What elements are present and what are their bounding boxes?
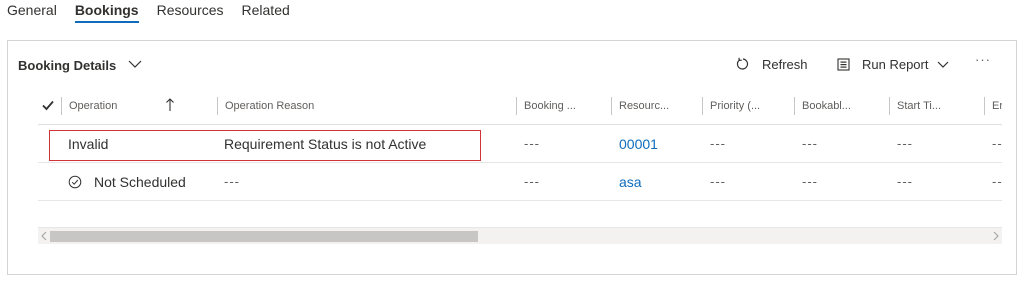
more-commands-button[interactable]: ··· bbox=[975, 52, 991, 67]
resource-link[interactable]: asa bbox=[619, 163, 642, 200]
booking-details-panel: Booking Details Refresh Run Report ··· O… bbox=[7, 40, 1017, 275]
run-report-button[interactable]: Run Report bbox=[837, 53, 950, 75]
operation-cell: Not Scheduled bbox=[94, 173, 186, 190]
horizontal-scrollbar[interactable] bbox=[38, 227, 1002, 244]
column-header-start-time[interactable]: Start Ti... bbox=[889, 97, 941, 115]
tab-resources[interactable]: Resources bbox=[157, 0, 224, 26]
bookable-cell: --- bbox=[802, 174, 818, 189]
end-cell: -- bbox=[992, 136, 1002, 151]
section-title: Booking Details bbox=[18, 58, 117, 73]
column-header-label: Er bbox=[992, 100, 1002, 112]
table-row[interactable]: Invalid Requirement Status is not Active… bbox=[38, 125, 1002, 163]
scroll-right-icon[interactable] bbox=[990, 229, 1002, 243]
booking-cell: --- bbox=[524, 174, 540, 189]
tab-bookings[interactable]: Bookings bbox=[74, 0, 139, 26]
refresh-icon bbox=[736, 57, 749, 70]
resource-link[interactable]: 00001 bbox=[619, 125, 658, 162]
run-report-label: Run Report bbox=[862, 56, 929, 72]
report-icon bbox=[837, 57, 850, 71]
refresh-label: Refresh bbox=[762, 56, 808, 72]
column-header-label: Resourc... bbox=[619, 100, 670, 112]
operation-reason-cell: Requirement Status is not Active bbox=[224, 135, 427, 152]
select-all-checkmark-icon[interactable] bbox=[41, 98, 55, 117]
priority-cell: --- bbox=[710, 174, 726, 189]
bookable-cell: --- bbox=[802, 136, 818, 151]
circle-check-icon bbox=[68, 175, 82, 194]
column-header-label: Operation Reason bbox=[225, 100, 315, 112]
refresh-button[interactable]: Refresh bbox=[736, 53, 808, 75]
column-header-resource[interactable]: Resourc... bbox=[611, 97, 669, 115]
scroll-left-icon[interactable] bbox=[38, 229, 50, 243]
column-header-priority[interactable]: Priority (... bbox=[702, 97, 760, 115]
column-header-booking[interactable]: Booking ... bbox=[516, 97, 576, 115]
column-header-label: Start Ti... bbox=[897, 100, 942, 112]
bookings-grid: Operation Operation Reason Booking ... R… bbox=[38, 87, 1002, 239]
tab-related[interactable]: Related bbox=[242, 0, 290, 26]
start-time-cell: --- bbox=[897, 174, 913, 189]
tab-bar: General Bookings Resources Related bbox=[0, 0, 308, 26]
booking-cell: --- bbox=[524, 136, 540, 151]
chevron-down-icon bbox=[938, 61, 949, 68]
operation-reason-cell: --- bbox=[224, 174, 240, 189]
column-header-label: Booking ... bbox=[524, 100, 576, 112]
column-header-bookable[interactable]: Bookabl... bbox=[794, 97, 851, 115]
column-header-end[interactable]: Er bbox=[984, 97, 1002, 115]
priority-cell: --- bbox=[710, 136, 726, 151]
table-row[interactable]: Not Scheduled --- --- asa --- --- --- -- bbox=[38, 163, 1002, 201]
column-header-operation[interactable]: Operation bbox=[61, 97, 213, 115]
column-header-label: Priority (... bbox=[710, 100, 761, 112]
end-cell: -- bbox=[992, 174, 1002, 189]
subgrid-toolbar: Booking Details Refresh Run Report ··· bbox=[8, 41, 1016, 87]
start-time-cell: --- bbox=[897, 136, 913, 151]
view-selector-chevron-icon[interactable] bbox=[126, 55, 144, 73]
column-header-label: Operation bbox=[69, 100, 118, 112]
column-header-label: Bookabl... bbox=[802, 100, 851, 112]
column-header-operation-reason[interactable]: Operation Reason bbox=[217, 97, 314, 115]
scrollbar-thumb[interactable] bbox=[50, 231, 478, 242]
tab-general[interactable]: General bbox=[7, 0, 57, 26]
grid-header-row: Operation Operation Reason Booking ... R… bbox=[38, 87, 1002, 125]
operation-cell: Invalid bbox=[68, 135, 109, 152]
sort-ascending-icon bbox=[165, 98, 175, 115]
